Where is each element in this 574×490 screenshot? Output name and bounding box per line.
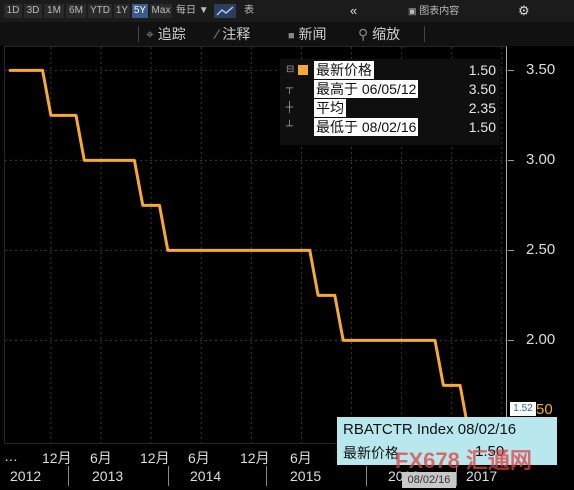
data-point bbox=[442, 384, 445, 387]
chart-legend: ⊟ 最新价格 1.50 ┬ 最高于 06/05/12 3.50 ┼ 平均 2.3… bbox=[280, 59, 500, 145]
y-tick-mark bbox=[508, 70, 514, 72]
year-separator bbox=[68, 466, 69, 486]
data-point bbox=[100, 159, 102, 162]
last-price-tag: 1.52 bbox=[510, 402, 536, 416]
data-point bbox=[141, 204, 144, 207]
year-separator bbox=[168, 466, 169, 486]
data-point bbox=[317, 294, 319, 297]
data-point bbox=[8, 69, 10, 72]
data-point bbox=[41, 69, 44, 72]
data-point bbox=[133, 159, 136, 162]
legend-row-high: ┬ 最高于 06/05/12 3.50 bbox=[280, 80, 500, 98]
data-point bbox=[167, 249, 169, 252]
x-tick-label: … bbox=[4, 448, 18, 464]
info-title: RBATCTR Index 08/02/16 bbox=[343, 421, 517, 438]
x-tick-label: 12月 bbox=[42, 450, 72, 466]
y-tick-label: 2.50 bbox=[526, 241, 556, 259]
data-point bbox=[91, 159, 94, 162]
y-tick-label: 3.50 bbox=[526, 61, 556, 79]
legend-value: 2.35 bbox=[468, 100, 496, 116]
average-marker-icon: ┼ bbox=[286, 102, 294, 113]
legend-label: 平均 bbox=[314, 99, 346, 117]
data-point bbox=[459, 384, 461, 387]
data-point bbox=[75, 114, 77, 117]
x-year-label: 2013 bbox=[92, 468, 124, 484]
y-tick-label: 3.00 bbox=[526, 151, 556, 169]
year-separator bbox=[266, 466, 267, 486]
data-point bbox=[308, 249, 311, 252]
y-tick-mark bbox=[508, 160, 514, 162]
x-tick-label: 6月 bbox=[188, 450, 210, 466]
series-swatch-icon bbox=[298, 65, 308, 75]
tree-toggle-icon[interactable]: ⊟ bbox=[286, 61, 296, 79]
legend-row-low: ┴ 最低于 08/02/16 1.50 bbox=[280, 118, 500, 136]
legend-row-last-price: ⊟ 最新价格 1.50 bbox=[280, 61, 500, 79]
data-point bbox=[334, 294, 336, 297]
data-point bbox=[50, 114, 52, 117]
high-marker-icon: ┬ bbox=[286, 83, 294, 94]
x-tick-label: 6月 bbox=[90, 450, 112, 466]
legend-label: 最高于 06/05/12 bbox=[314, 80, 419, 98]
legend-label: 最低于 08/02/16 bbox=[314, 118, 419, 136]
y-tick-label: 2.00 bbox=[526, 331, 556, 349]
low-marker-icon: ┴ bbox=[286, 121, 294, 132]
y-tick-mark bbox=[508, 340, 514, 342]
legend-value: 3.50 bbox=[468, 81, 496, 97]
data-point bbox=[342, 339, 344, 342]
data-point bbox=[158, 204, 161, 207]
year-separator bbox=[366, 466, 367, 486]
x-year-label: 2015 bbox=[290, 468, 322, 484]
legend-row-average: ┼ 平均 2.35 bbox=[280, 99, 500, 117]
info-label: 最新价格 bbox=[343, 445, 399, 461]
x-year-label: 2012 bbox=[10, 468, 42, 484]
data-point bbox=[434, 339, 436, 342]
data-point bbox=[83, 159, 86, 162]
legend-value: 1.50 bbox=[468, 62, 496, 78]
x-year-label: 2014 bbox=[190, 468, 222, 484]
watermark-logo: FX678 汇通网 bbox=[395, 448, 532, 473]
legend-value: 1.50 bbox=[468, 119, 496, 135]
x-tick-label: 12月 bbox=[140, 450, 170, 466]
last-price-axis-label: 50 bbox=[536, 401, 553, 418]
x-tick-label: 6月 bbox=[290, 450, 312, 466]
x-tick-label: 12月 bbox=[240, 450, 270, 466]
legend-label: 最新价格 bbox=[314, 61, 374, 79]
y-tick-mark bbox=[508, 250, 514, 252]
